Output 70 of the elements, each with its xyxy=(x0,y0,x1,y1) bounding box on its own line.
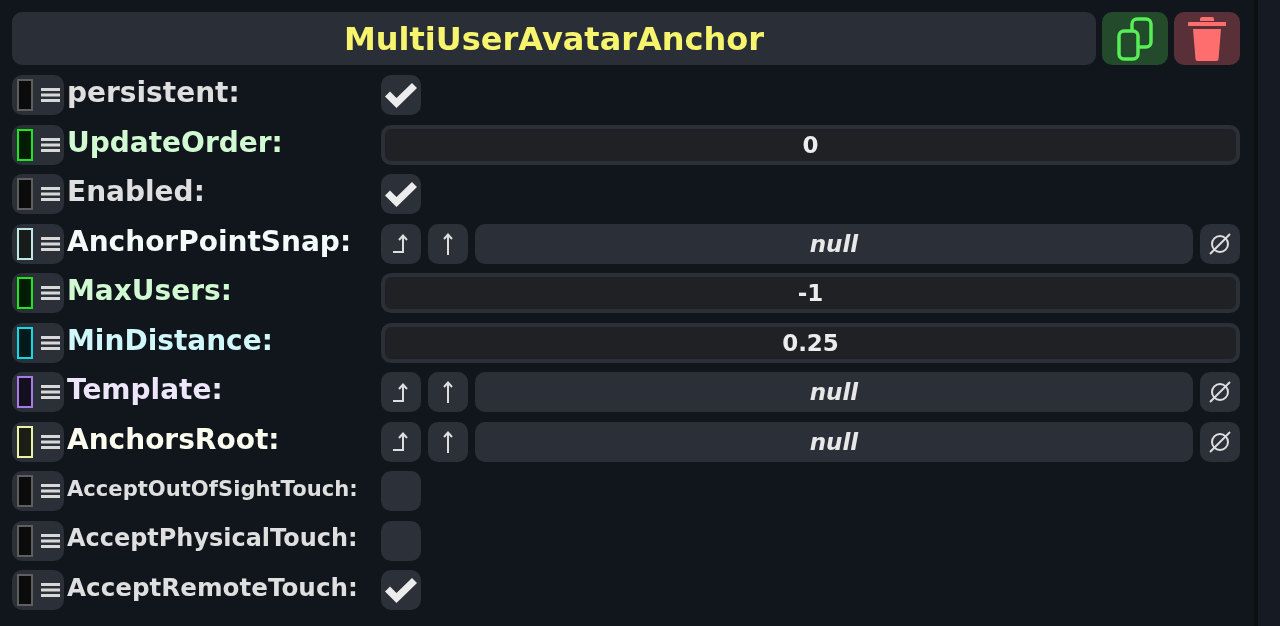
duplicate-button[interactable] xyxy=(1102,12,1168,65)
menu-icon xyxy=(41,583,60,597)
drag-handle[interactable] xyxy=(12,372,64,412)
up-button[interactable] xyxy=(428,421,468,462)
reference-field[interactable]: null xyxy=(475,421,1193,462)
jump-arrow-icon xyxy=(392,432,410,451)
drag-handle[interactable] xyxy=(12,75,64,115)
null-set-icon xyxy=(1209,232,1231,255)
menu-icon xyxy=(41,385,60,399)
field-label: MaxUsers: xyxy=(67,275,232,308)
checkmark-icon xyxy=(385,181,417,207)
field-label: persistent: xyxy=(67,77,240,110)
reference-field[interactable]: null xyxy=(475,223,1193,264)
drag-handle[interactable] xyxy=(12,174,64,214)
field-label: AcceptOutOfSightTouch: xyxy=(67,477,358,502)
field-label: MinDistance: xyxy=(67,324,273,358)
field-label: Template: xyxy=(67,374,223,407)
menu-icon xyxy=(41,335,60,350)
null-set-icon xyxy=(1209,381,1231,403)
menu-icon xyxy=(41,434,60,449)
drag-handle[interactable] xyxy=(12,322,64,363)
copy-icon xyxy=(1116,16,1154,61)
checkbox[interactable] xyxy=(381,174,421,214)
checkmark-icon xyxy=(385,577,417,603)
field-label: AnchorsRoot: xyxy=(67,423,280,457)
jump-button[interactable] xyxy=(381,421,421,462)
field-label: AnchorPointSnap: xyxy=(67,225,352,259)
clear-button[interactable] xyxy=(1200,223,1240,264)
delete-button[interactable] xyxy=(1174,12,1240,65)
checkmark-icon xyxy=(385,82,417,108)
jump-button[interactable] xyxy=(381,223,421,264)
checkbox[interactable] xyxy=(381,520,421,561)
jump-button[interactable] xyxy=(381,372,421,412)
reference-field[interactable]: null xyxy=(475,372,1193,412)
null-set-icon xyxy=(1209,430,1231,453)
menu-icon xyxy=(41,484,60,498)
drag-handle[interactable] xyxy=(12,471,64,511)
menu-icon xyxy=(41,533,60,548)
menu-icon xyxy=(41,137,60,152)
jump-arrow-icon xyxy=(392,382,410,402)
up-arrow-icon xyxy=(443,381,453,403)
clear-button[interactable] xyxy=(1200,372,1240,412)
number-field[interactable]: 0 xyxy=(381,124,1240,165)
component-title: MultiUserAvatarAnchor xyxy=(343,19,765,58)
menu-icon xyxy=(41,236,60,251)
trash-icon xyxy=(1188,16,1226,61)
up-button[interactable] xyxy=(428,223,468,264)
clear-button[interactable] xyxy=(1200,421,1240,462)
up-arrow-icon xyxy=(443,430,453,453)
field-label: UpdateOrder: xyxy=(67,126,283,160)
drag-handle[interactable] xyxy=(12,124,64,165)
jump-arrow-icon xyxy=(392,234,410,253)
checkbox[interactable] xyxy=(381,570,421,610)
menu-icon xyxy=(41,88,60,102)
drag-handle[interactable] xyxy=(12,520,64,561)
drag-handle[interactable] xyxy=(12,273,64,313)
up-arrow-icon xyxy=(443,232,453,255)
field-label: AcceptRemoteTouch: xyxy=(67,574,358,603)
checkbox[interactable] xyxy=(381,75,421,115)
field-label: Enabled: xyxy=(67,176,205,209)
drag-handle[interactable] xyxy=(12,223,64,264)
field-label: AcceptPhysicalTouch: xyxy=(67,525,358,553)
drag-handle[interactable] xyxy=(12,421,64,462)
menu-icon xyxy=(41,187,60,201)
drag-handle[interactable] xyxy=(12,570,64,610)
checkbox[interactable] xyxy=(381,471,421,511)
number-field[interactable]: 0.25 xyxy=(381,322,1240,363)
menu-icon xyxy=(41,286,60,300)
number-field[interactable]: -1 xyxy=(381,273,1240,313)
up-button[interactable] xyxy=(428,372,468,412)
